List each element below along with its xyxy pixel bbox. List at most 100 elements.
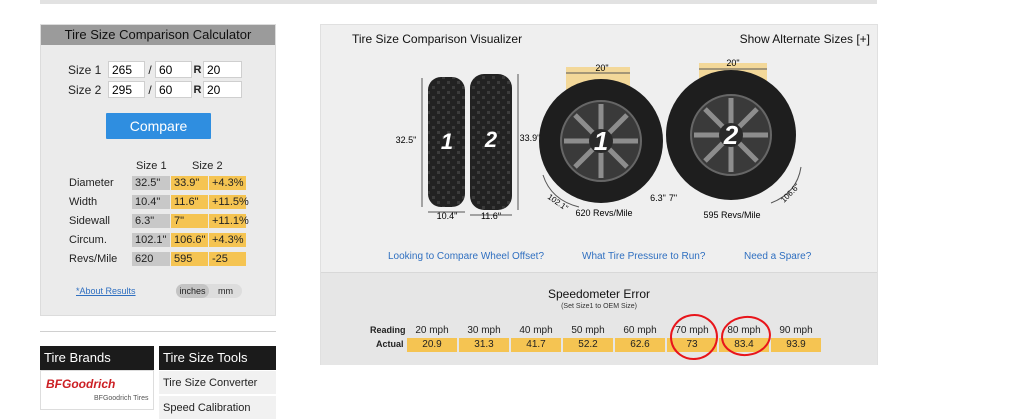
row-label: Circum.: [69, 234, 107, 246]
tire-pressure-link[interactable]: What Tire Pressure to Run?: [582, 251, 705, 262]
actual-cell: 41.7: [511, 338, 561, 352]
tread-1-height-label: 32.5": [396, 135, 417, 145]
comparison-row-diameter: Diameter 32.5" 33.9" +4.3%: [69, 176, 249, 190]
actual-row-label: Actual: [376, 339, 404, 349]
wheel-1-rim-label: 20": [595, 63, 608, 73]
row-label: Revs/Mile: [69, 253, 118, 265]
sidewall-1-label: 6.3": [650, 193, 666, 203]
reading-cell: 80 mph: [727, 325, 761, 336]
size2-value: 11.6": [171, 195, 208, 209]
side-view-tire-1: 20" 1 102.1" 620 Revs/Mile: [539, 63, 663, 218]
wheel-2-circ-label: 106.6": [779, 182, 802, 205]
reading-cell: 40 mph: [519, 325, 553, 336]
wheel-2-rim-label: 20": [726, 58, 739, 68]
sidewall-2-label: 7": [669, 193, 677, 203]
size2-rim-prefix: R: [193, 83, 202, 96]
calculator-title: Tire Size Comparison Calculator: [41, 25, 275, 45]
reading-cell: 60 mph: [623, 325, 657, 336]
comparison-calculator: Tire Size Comparison Calculator Size 1 /…: [40, 24, 276, 316]
comparison-row-revsmile: Revs/Mile 620 595 -25: [69, 252, 249, 266]
size1-value: 32.5": [132, 176, 170, 190]
size2-value: 33.9": [171, 176, 208, 190]
reading-cell: 30 mph: [467, 325, 501, 336]
row-label: Diameter: [69, 177, 114, 189]
size1-row: Size 1 / R: [68, 61, 242, 78]
actual-cell: 52.2: [563, 338, 613, 352]
actual-cell: 73: [667, 338, 717, 352]
size1-rim-prefix: R: [193, 63, 202, 76]
reading-cell: 90 mph: [779, 325, 813, 336]
size1-slash: /: [148, 62, 152, 77]
size2-value: 595: [171, 252, 208, 266]
size1-ratio-input[interactable]: [155, 61, 192, 78]
size2-slash: /: [148, 82, 152, 97]
column-size1-header: Size 1: [136, 160, 167, 172]
speedometer-subtitle: (Set Size1 to OEM Size): [561, 303, 637, 310]
tread-1-width-label: 10.4": [437, 211, 458, 221]
size1-value: 10.4": [132, 195, 170, 209]
wheel-1-circ-label: 102.1": [546, 192, 570, 213]
size1-value: 102.1": [132, 233, 170, 247]
tire-diagram: 1 2 32.5" 33.9" 10.4" 11.6" 20" 1 102.1"…: [396, 58, 802, 221]
about-results-link[interactable]: *About Results: [76, 286, 136, 296]
column-size2-header: Size 2: [192, 160, 223, 172]
actual-cell: 83.4: [719, 338, 769, 352]
actual-cell: 20.9: [407, 338, 457, 352]
wheel-1-revs-label: 620 Revs/Mile: [575, 208, 632, 218]
actual-cell: 62.6: [615, 338, 665, 352]
size2-label: Size 2: [68, 82, 102, 97]
tread-2-number: 2: [484, 127, 498, 152]
unit-toggle[interactable]: inches mm: [176, 284, 242, 298]
size1-value: 6.3": [132, 214, 170, 228]
tread-1-number: 1: [441, 129, 453, 154]
tire-size-tools-header: Tire Size Tools: [159, 346, 276, 370]
comparison-row-sidewall: Sidewall 6.3" 7" +11.1%: [69, 214, 249, 228]
speedometer-title: Speedometer Error: [547, 287, 651, 301]
top-divider: [40, 0, 877, 4]
size2-rim-input[interactable]: [203, 81, 242, 98]
size2-value: 7": [171, 214, 208, 228]
size1-value: 620: [132, 252, 170, 266]
wheel-offset-link[interactable]: Looking to Compare Wheel Offset?: [388, 251, 544, 262]
actual-cell: 31.3: [459, 338, 509, 352]
comparison-row-circum: Circum. 102.1" 106.6" +4.3%: [69, 233, 249, 247]
reading-cell: 70 mph: [675, 325, 709, 336]
tire-brands-panel: BFGoodrich BFGoodrich Tires: [40, 370, 154, 410]
bfgoodrich-logo[interactable]: BFGoodrich: [46, 377, 115, 391]
bfgoodrich-caption: BFGoodrich Tires: [94, 395, 149, 402]
actual-cell: 93.9: [771, 338, 821, 352]
tread-view-tire-1: 1: [428, 77, 465, 207]
difference-value: +4.3%: [209, 233, 246, 247]
wheel-1-number: 1: [594, 126, 608, 156]
difference-value: +11.5%: [209, 195, 249, 209]
unit-mm-option[interactable]: mm: [209, 284, 242, 298]
size2-ratio-input[interactable]: [155, 81, 192, 98]
compare-button[interactable]: Compare: [106, 113, 211, 139]
reading-row-label: Reading: [370, 325, 406, 335]
row-label: Width: [69, 196, 98, 208]
size2-row: Size 2 / R: [68, 81, 242, 98]
difference-value: -25: [209, 252, 246, 266]
unit-inches-option[interactable]: inches: [176, 284, 209, 298]
comparison-row-width: Width 10.4" 11.6" +11.5%: [69, 195, 249, 209]
tread-2-height-label: 33.9": [520, 133, 541, 143]
need-a-spare-link[interactable]: Need a Spare?: [744, 251, 811, 262]
tool-link-speed-calibration[interactable]: Speed Calibration: [159, 396, 276, 420]
difference-value: +4.3%: [209, 176, 246, 190]
size2-width-input[interactable]: [108, 81, 145, 98]
size1-rim-input[interactable]: [203, 61, 242, 78]
wheel-2-number: 2: [723, 120, 739, 150]
wheel-2-revs-label: 595 Revs/Mile: [703, 210, 760, 220]
tread-2-width-label: 11.6": [481, 211, 501, 221]
size1-width-input[interactable]: [108, 61, 145, 78]
size1-label: Size 1: [68, 62, 102, 77]
size2-value: 106.6": [171, 233, 208, 247]
reading-cell: 20 mph: [415, 325, 449, 336]
tread-view-tire-2: 2: [470, 74, 512, 210]
tool-link-size-converter[interactable]: Tire Size Converter: [159, 371, 276, 395]
section-divider: [40, 331, 276, 332]
difference-value: +11.1%: [209, 214, 249, 228]
tire-brands-header: Tire Brands: [40, 346, 154, 370]
comparison-visualizer: Tire Size Comparison Visualizer Show Alt…: [320, 24, 878, 365]
reading-cell: 50 mph: [571, 325, 605, 336]
